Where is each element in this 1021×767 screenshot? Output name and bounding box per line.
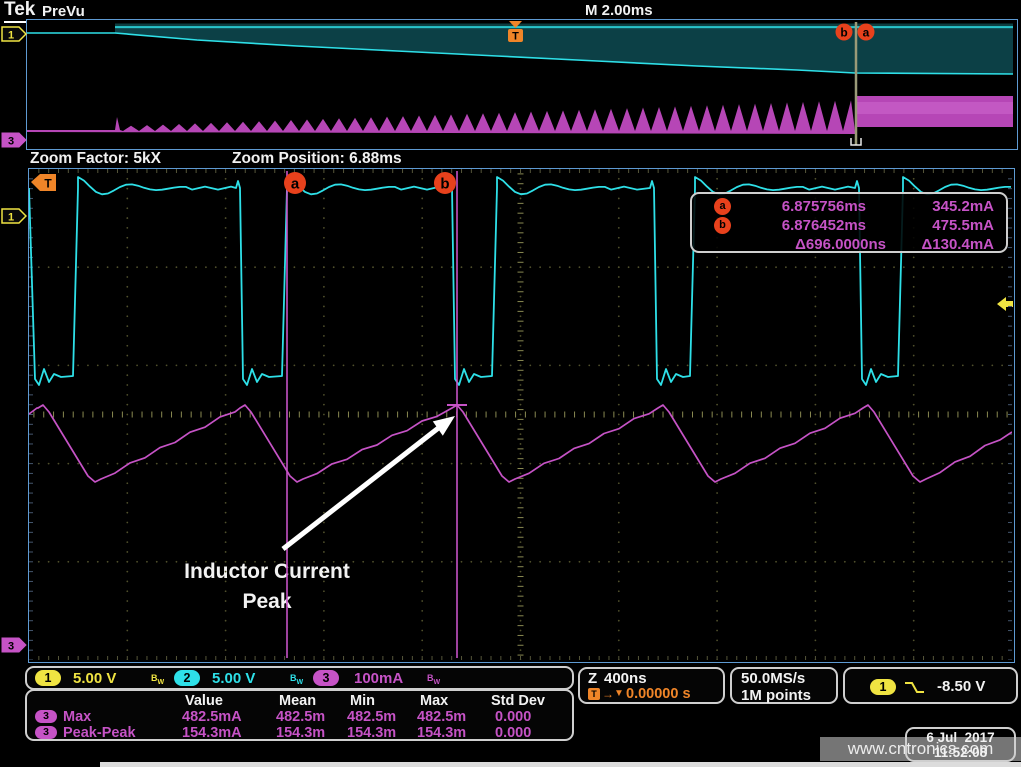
cursor-a-value: 345.2mA <box>866 198 1006 215</box>
ch1-bandwidth-icon: BW <box>151 673 164 686</box>
falling-edge-icon <box>903 679 927 696</box>
ch3-scale[interactable]: 100mA <box>354 670 403 687</box>
ch1-zoom-marker-label: 1 <box>8 212 14 224</box>
sample-rate-readout: 50.0MS/s <box>741 670 805 687</box>
trigger-delay-badge: T <box>588 688 600 700</box>
meas-row1-std: 0.000 <box>495 709 531 725</box>
meas-row1-max: 482.5m <box>417 709 466 725</box>
cursor-b-readout-marker: b <box>714 217 731 234</box>
cursor-readout-box: a 6.875756ms 345.2mA b 6.876452ms 475.5m… <box>690 192 1008 253</box>
trigger-level-readout: -8.50 V <box>937 678 985 695</box>
cursor-delta-time: Δ696.0000ns <box>731 236 886 253</box>
trigger-flag-letter: T <box>44 177 52 191</box>
trigger-box[interactable]: 1 -8.50 V <box>843 667 1018 704</box>
cursor-b-value: 475.5mA <box>866 217 1006 234</box>
meas-header-max: Max <box>420 693 448 709</box>
meas-row2-name: Peak-Peak <box>63 725 136 741</box>
cursor-a-time: 6.875756ms <box>731 198 866 215</box>
record-length-readout: 1M points <box>741 687 811 704</box>
cursor-delta-readout-row: Δ696.0000ns Δ130.4mA <box>692 235 1006 254</box>
ch1-overview-marker-label: 1 <box>8 30 14 42</box>
ch1-scale[interactable]: 5.00 V <box>73 670 116 687</box>
cursor-a-readout-row: a 6.875756ms 345.2mA <box>692 197 1006 216</box>
ch3-zoom-marker-label: 3 <box>8 641 14 653</box>
meas-row1-min: 482.5m <box>347 709 396 725</box>
meas-row2-ch-badge: 3 <box>35 726 57 739</box>
meas-header-std: Std Dev <box>491 693 545 709</box>
delay-arrow-icon: → <box>602 687 614 701</box>
date-readout: 6 Jul 2017 <box>907 730 1014 745</box>
cursor-b-letter: b <box>440 176 449 193</box>
cursor-delta-value: Δ130.4mA <box>886 236 1006 253</box>
cursor-a-overview-letter: a <box>863 26 870 40</box>
cursor-a-readout-marker: a <box>714 198 731 215</box>
delay-marker-icon: ▼ <box>614 688 624 699</box>
trigger-delay-readout: 0.00000 s <box>626 686 691 702</box>
ch1-badge[interactable]: 1 <box>35 670 61 686</box>
zoom-factor-label: Zoom Factor: 5kX <box>30 150 161 168</box>
trigger-badge-letter: T <box>512 31 519 43</box>
measurement-row-peakpeak[interactable]: 3 Peak-Peak 154.3mA 154.3m 154.3m 154.3m… <box>27 725 576 741</box>
zoom-scale-readout: 400ns <box>604 670 647 687</box>
ch1-overview-marker[interactable]: 1 <box>1 26 27 42</box>
channel-scale-bar: 1 5.00 V BW 2 5.00 V BW 3 100mA BW <box>25 666 574 690</box>
cursor-a-letter: a <box>291 176 300 193</box>
cursor-b-overview-letter: b <box>840 26 847 40</box>
time-readout: 11:52:08 <box>907 745 1014 760</box>
ch3-overview-marker-label: 3 <box>8 136 14 148</box>
meas-row2-min: 154.3m <box>347 725 396 741</box>
meas-header-mean: Mean <box>279 693 316 709</box>
meas-row2-mean: 154.3m <box>276 725 325 741</box>
ch3-bandwidth-icon: BW <box>427 673 440 686</box>
ch2-badge[interactable]: 2 <box>174 670 200 686</box>
ch1-zoom-marker[interactable]: 1 <box>1 208 27 224</box>
annotation-arrow-shaft <box>283 426 441 549</box>
meas-row2-value: 154.3mA <box>182 725 242 741</box>
meas-row1-ch-badge: 3 <box>35 710 57 723</box>
cursor-b-readout-row: b 6.876452ms 475.5mA <box>692 216 1006 235</box>
datetime-box: 6 Jul 2017 11:52:08 <box>905 727 1016 762</box>
overview-waveforms: T b a <box>27 20 1015 147</box>
meas-header-value: Value <box>185 693 223 709</box>
record-overview-window: T b a <box>26 19 1018 150</box>
ch3-zoom-marker[interactable]: 3 <box>1 637 27 653</box>
acquisition-box[interactable]: 50.0MS/s 1M points <box>730 667 838 704</box>
main-timebase-readout: M 2.00ms <box>585 2 653 19</box>
ch2-bandwidth-icon: BW <box>290 673 303 686</box>
zoom-scale-icon: Z <box>588 670 597 687</box>
ch3-overview-marker[interactable]: 3 <box>1 132 27 148</box>
cursor-b-time: 6.876452ms <box>731 217 866 234</box>
measurement-row-max[interactable]: 3 Max 482.5mA 482.5m 482.5m 482.5m 0.000 <box>27 709 576 725</box>
zoom-position-label: Zoom Position: 6.88ms <box>232 150 402 168</box>
oscilloscope-screen: Tek PreVu M 2.00ms T b a 1 3 Zoom Factor… <box>0 0 1021 767</box>
meas-row1-mean: 482.5m <box>276 709 325 725</box>
ch2-scale[interactable]: 5.00 V <box>212 670 255 687</box>
meas-row1-value: 482.5mA <box>182 709 242 725</box>
measurement-table: Value Mean Min Max Std Dev 3 Max 482.5mA… <box>25 689 574 741</box>
bottom-edge-strip <box>100 762 1021 767</box>
trigger-source-badge: 1 <box>870 679 896 695</box>
meas-row1-name: Max <box>63 709 91 725</box>
meas-header-min: Min <box>350 693 375 709</box>
meas-row2-std: 0.000 <box>495 725 531 741</box>
zoom-timebase-box[interactable]: Z 400ns T → ▼ 0.00000 s <box>578 667 725 704</box>
ch3-badge[interactable]: 3 <box>313 670 339 686</box>
acquisition-status: PreVu <box>42 3 85 20</box>
meas-row2-max: 154.3m <box>417 725 466 741</box>
